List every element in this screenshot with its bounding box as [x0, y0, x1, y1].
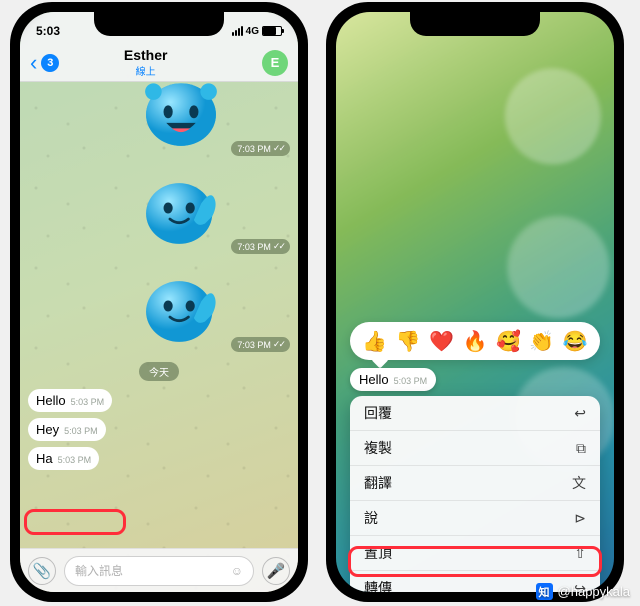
message-sticker[interactable]: 7:03 PM✓✓ — [28, 260, 290, 352]
avatar[interactable]: E — [262, 50, 288, 76]
mic-button[interactable]: 🎤 — [262, 557, 290, 585]
message-text: Hey — [36, 422, 59, 437]
signal-icon — [232, 26, 243, 36]
menu-icon: ↩ — [574, 405, 586, 422]
sticker-thumbsup — [135, 162, 227, 254]
menu-icon: ⧉ — [576, 440, 586, 457]
network-label: 4G — [246, 26, 259, 37]
reaction-fire[interactable]: 🔥 — [463, 329, 488, 354]
status-time: 5:03 — [36, 24, 60, 38]
message-time: 5:03 PM — [394, 376, 428, 386]
reaction-heart[interactable]: ❤️ — [429, 329, 454, 354]
watermark: 知 @happykala — [536, 583, 630, 600]
phone-right: 👍 👎 ❤️ 🔥 🥰 👏 😂 Hello 5:03 PM 回覆↩複製⧉翻譯文說⊳… — [326, 2, 624, 602]
context-menu: 回覆↩複製⧉翻譯文說⊳置頂⇧轉傳↪刪除🗑選擇☑ — [350, 396, 600, 592]
message-sticker[interactable]: 7:03 PM✓✓ — [28, 82, 290, 156]
chat-title[interactable]: Esther — [29, 47, 262, 63]
menu-label: 翻譯 — [364, 473, 392, 493]
menu-item-1[interactable]: 複製 ⧉ — [350, 431, 600, 466]
reaction-bar[interactable]: 👍 👎 ❤️ 🔥 🥰 👏 😂 — [350, 322, 600, 360]
menu-label: 轉傳 — [364, 578, 392, 592]
sticker-icon[interactable]: ☺ — [231, 564, 243, 578]
reaction-thumbsup[interactable]: 👍 — [362, 329, 387, 354]
menu-icon: ⊳ — [574, 510, 586, 527]
menu-label: 說 — [364, 508, 378, 528]
zhihu-icon: 知 — [536, 583, 553, 600]
message-time: 7:03 PM✓✓ — [231, 141, 290, 156]
reaction-inlove[interactable]: 🥰 — [496, 329, 521, 354]
message-bubble[interactable]: Hey 5:03 PM — [28, 418, 106, 441]
message-input[interactable]: 輸入訊息 ☺ — [64, 556, 254, 586]
attach-button[interactable]: 📎 — [28, 557, 56, 585]
menu-item-2[interactable]: 翻譯 文 — [350, 466, 600, 501]
menu-item-0[interactable]: 回覆 ↩ — [350, 396, 600, 431]
menu-item-4[interactable]: 置頂 ⇧ — [350, 536, 600, 571]
menu-label: 置頂 — [364, 543, 392, 563]
message-text: Hello — [359, 372, 389, 387]
reaction-thumbsdown[interactable]: 👎 — [396, 329, 421, 354]
sticker-laughing — [135, 82, 227, 156]
menu-icon: ⇧ — [574, 545, 586, 562]
input-placeholder: 輸入訊息 — [75, 562, 123, 579]
phone-left: 5:03 4G ‹ 3 Esther 線上 E — [10, 2, 308, 602]
message-bubble[interactable]: Ha 5:03 PM — [28, 447, 99, 470]
message-text: Ha — [36, 451, 53, 466]
menu-item-3[interactable]: 說⊳ — [350, 501, 600, 536]
input-bar: 📎 輸入訊息 ☺ 🎤 — [20, 548, 298, 592]
notch — [410, 12, 540, 36]
battery-icon — [262, 26, 282, 36]
message-time: 5:03 PM — [71, 397, 105, 407]
notch — [94, 12, 224, 36]
sticker-thumbsup — [135, 260, 227, 352]
message-bubble[interactable]: Hello 5:03 PM — [28, 389, 112, 412]
reaction-laugh[interactable]: 😂 — [563, 329, 588, 354]
reaction-clap[interactable]: 👏 — [529, 329, 554, 354]
chat-subtitle: 線上 — [29, 63, 262, 78]
message-text: Hello — [36, 393, 66, 408]
message-time: 5:03 PM — [58, 455, 92, 465]
selected-message: Hello 5:03 PM — [350, 368, 436, 391]
date-separator: 今天 — [139, 362, 179, 381]
menu-label: 回覆 — [364, 403, 392, 423]
menu-label: 複製 — [364, 438, 392, 458]
chat-body[interactable]: 7:03 PM✓✓ 7:03 PM✓✓ — [20, 82, 298, 548]
message-time: 7:03 PM✓✓ — [231, 337, 290, 352]
message-time: 5:03 PM — [64, 426, 98, 436]
menu-icon: 文 — [572, 473, 586, 493]
message-sticker[interactable]: 7:03 PM✓✓ — [28, 162, 290, 254]
message-time: 7:03 PM✓✓ — [231, 239, 290, 254]
